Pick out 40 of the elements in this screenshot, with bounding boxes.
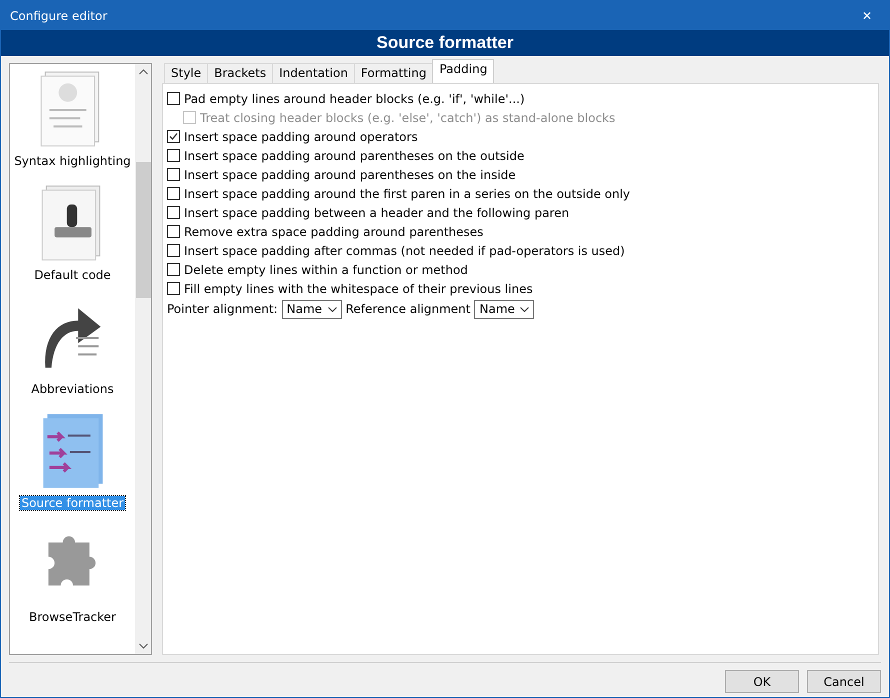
- close-icon[interactable]: ✕: [845, 8, 889, 22]
- sidebar-item[interactable]: BrowseTracker: [28, 610, 117, 624]
- dropdown[interactable]: Name: [282, 300, 342, 318]
- scrollbar[interactable]: [135, 64, 151, 654]
- chevron-down-icon: [328, 306, 337, 312]
- option-label: Insert space padding around parentheses on the outside: [184, 148, 524, 162]
- checkbox[interactable]: [167, 225, 180, 238]
- ok-button[interactable]: OK: [725, 670, 799, 693]
- chevron-down-icon: [520, 306, 530, 312]
- checkbox[interactable]: [167, 92, 180, 105]
- cancel-button[interactable]: Cancel: [807, 670, 881, 693]
- option-label: Insert space padding around operators: [184, 130, 418, 144]
- checkbox[interactable]: [167, 168, 180, 181]
- field-label: Pointer alignment:: [167, 302, 278, 316]
- scroll-thumb[interactable]: [136, 162, 150, 298]
- option-label: Fill empty lines with the whitespace of their previous lines: [184, 282, 533, 296]
- option-label: Delete empty lines within a function or method: [184, 262, 468, 276]
- sidebar-item[interactable]: Syntax highlighting: [13, 154, 132, 168]
- option-label: Insert space padding around the first paren in a series on the outside only: [184, 186, 630, 200]
- option-label: Insert space padding after commas (not needed if pad-operators is used): [184, 244, 625, 258]
- option-label: Insert space padding between a header and the following paren: [184, 206, 570, 220]
- option-label: Treat closing header blocks (e.g. 'else', 'catch') as stand-alone blocks: [200, 110, 616, 124]
- checkbox[interactable]: [167, 149, 180, 162]
- field-label: Reference alignment: [346, 302, 470, 316]
- checkbox[interactable]: [167, 263, 180, 276]
- tab[interactable]: Style: [164, 63, 208, 83]
- dropdown[interactable]: Name: [474, 300, 534, 318]
- sidebar-item[interactable]: Abbreviations: [30, 382, 115, 396]
- tab[interactable]: Padding: [432, 59, 494, 83]
- checkbox[interactable]: [167, 130, 180, 143]
- checkbox[interactable]: [167, 244, 180, 257]
- window-title: Configure editor: [10, 8, 108, 22]
- checkbox[interactable]: [167, 187, 180, 200]
- checkbox[interactable]: [167, 282, 180, 295]
- option-label: Insert space padding around parentheses on the inside: [184, 168, 516, 182]
- page-header: Source formatter: [1, 30, 889, 56]
- sidebar-item[interactable]: Default code: [33, 268, 112, 282]
- checkbox[interactable]: [167, 206, 180, 219]
- option-label: Remove extra space padding around parentheses: [184, 224, 484, 238]
- option-label: Pad empty lines around header blocks (e.g. 'if', 'while'...): [184, 92, 525, 106]
